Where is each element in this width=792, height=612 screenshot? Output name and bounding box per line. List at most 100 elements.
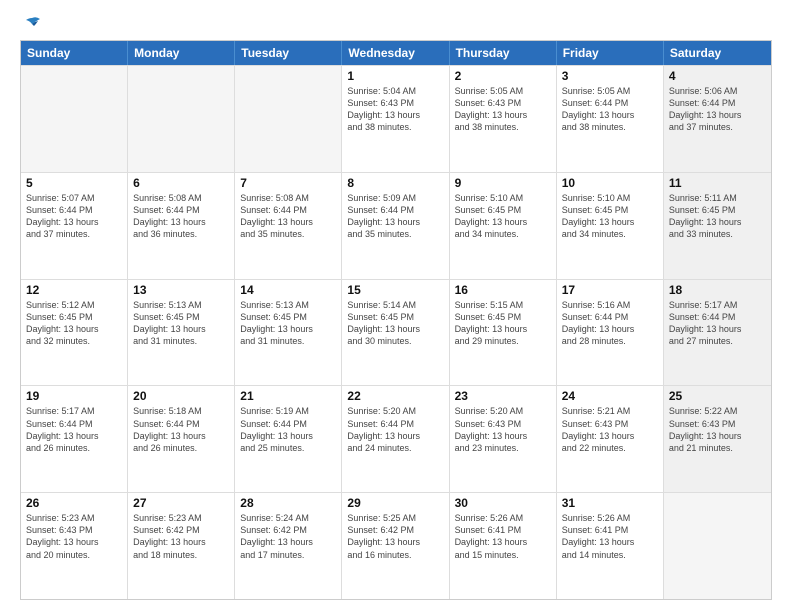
day-number: 14 xyxy=(240,283,336,297)
day-number: 5 xyxy=(26,176,122,190)
day-number: 12 xyxy=(26,283,122,297)
calendar-cell: 1 Sunrise: 5:04 AM Sunset: 6:43 PM Daylig… xyxy=(342,66,449,172)
cell-details: Sunrise: 5:05 AM Sunset: 6:44 PM Dayligh… xyxy=(562,85,658,134)
calendar-cell: 12 Sunrise: 5:12 AM Sunset: 6:45 PM Dayli… xyxy=(21,280,128,386)
calendar-cell: 2Sunrise: 5:05 AM Sunset: 6:43 PM Daylig… xyxy=(450,66,557,172)
calendar-row-3: 19 Sunrise: 5:17 AM Sunset: 6:44 PM Dayli… xyxy=(21,385,771,492)
cell-details: Sunrise: 5:22 AM Sunset: 6:43 PM Dayligh… xyxy=(669,405,766,454)
cell-details: Sunrise: 5:17 AM Sunset: 6:44 PM Dayligh… xyxy=(26,405,122,454)
calendar-row-1: 5 Sunrise: 5:07 AM Sunset: 6:44 PM Daylig… xyxy=(21,172,771,279)
weekday-header-sunday: Sunday xyxy=(21,41,128,65)
day-number: 10 xyxy=(562,176,658,190)
cell-details: Sunrise: 5:19 AM Sunset: 6:44 PM Dayligh… xyxy=(240,405,336,454)
calendar-row-0: 1 Sunrise: 5:04 AM Sunset: 6:43 PM Daylig… xyxy=(21,65,771,172)
header xyxy=(20,16,772,30)
day-number: 17 xyxy=(562,283,658,297)
cell-details: Sunrise: 5:07 AM Sunset: 6:44 PM Dayligh… xyxy=(26,192,122,241)
calendar-cell: 28 Sunrise: 5:24 AM Sunset: 6:42 PM Dayli… xyxy=(235,493,342,599)
calendar-cell: 29Sunrise: 5:25 AM Sunset: 6:42 PM Dayli… xyxy=(342,493,449,599)
page: SundayMondayTuesdayWednesdayThursdayFrid… xyxy=(0,0,792,612)
cell-details: Sunrise: 5:26 AM Sunset: 6:41 PM Dayligh… xyxy=(562,512,658,561)
day-number: 13 xyxy=(133,283,229,297)
calendar-cell: 6 Sunrise: 5:08 AM Sunset: 6:44 PM Daylig… xyxy=(128,173,235,279)
calendar: SundayMondayTuesdayWednesdayThursdayFrid… xyxy=(20,40,772,600)
calendar-cell: 18Sunrise: 5:17 AM Sunset: 6:44 PM Dayli… xyxy=(664,280,771,386)
weekday-header-monday: Monday xyxy=(128,41,235,65)
calendar-cell: 7 Sunrise: 5:08 AM Sunset: 6:44 PM Daylig… xyxy=(235,173,342,279)
day-number: 27 xyxy=(133,496,229,510)
day-number: 31 xyxy=(562,496,658,510)
calendar-cell: 20 Sunrise: 5:18 AM Sunset: 6:44 PM Dayli… xyxy=(128,386,235,492)
calendar-cell: 27Sunrise: 5:23 AM Sunset: 6:42 PM Dayli… xyxy=(128,493,235,599)
cell-details: Sunrise: 5:10 AM Sunset: 6:45 PM Dayligh… xyxy=(455,192,551,241)
cell-details: Sunrise: 5:11 AM Sunset: 6:45 PM Dayligh… xyxy=(669,192,766,241)
calendar-cell: 23 Sunrise: 5:20 AM Sunset: 6:43 PM Dayli… xyxy=(450,386,557,492)
cell-details: Sunrise: 5:24 AM Sunset: 6:42 PM Dayligh… xyxy=(240,512,336,561)
calendar-cell: 15Sunrise: 5:14 AM Sunset: 6:45 PM Dayli… xyxy=(342,280,449,386)
day-number: 1 xyxy=(347,69,443,83)
calendar-cell: 3 Sunrise: 5:05 AM Sunset: 6:44 PM Daylig… xyxy=(557,66,664,172)
logo-bird-icon xyxy=(22,16,42,30)
day-number: 8 xyxy=(347,176,443,190)
day-number: 7 xyxy=(240,176,336,190)
calendar-cell xyxy=(235,66,342,172)
calendar-cell: 21 Sunrise: 5:19 AM Sunset: 6:44 PM Dayli… xyxy=(235,386,342,492)
calendar-cell: 13Sunrise: 5:13 AM Sunset: 6:45 PM Dayli… xyxy=(128,280,235,386)
calendar-cell: 25Sunrise: 5:22 AM Sunset: 6:43 PM Dayli… xyxy=(664,386,771,492)
cell-details: Sunrise: 5:15 AM Sunset: 6:45 PM Dayligh… xyxy=(455,299,551,348)
calendar-row-2: 12 Sunrise: 5:12 AM Sunset: 6:45 PM Dayli… xyxy=(21,279,771,386)
weekday-header-tuesday: Tuesday xyxy=(235,41,342,65)
calendar-cell: 16 Sunrise: 5:15 AM Sunset: 6:45 PM Dayli… xyxy=(450,280,557,386)
calendar-cell: 4Sunrise: 5:06 AM Sunset: 6:44 PM Daylig… xyxy=(664,66,771,172)
day-number: 3 xyxy=(562,69,658,83)
cell-details: Sunrise: 5:20 AM Sunset: 6:43 PM Dayligh… xyxy=(455,405,551,454)
calendar-cell: 31 Sunrise: 5:26 AM Sunset: 6:41 PM Dayli… xyxy=(557,493,664,599)
day-number: 16 xyxy=(455,283,551,297)
day-number: 15 xyxy=(347,283,443,297)
calendar-cell xyxy=(128,66,235,172)
day-number: 24 xyxy=(562,389,658,403)
day-number: 11 xyxy=(669,176,766,190)
day-number: 4 xyxy=(669,69,766,83)
day-number: 22 xyxy=(347,389,443,403)
calendar-cell: 8Sunrise: 5:09 AM Sunset: 6:44 PM Daylig… xyxy=(342,173,449,279)
cell-details: Sunrise: 5:21 AM Sunset: 6:43 PM Dayligh… xyxy=(562,405,658,454)
calendar-cell: 11 Sunrise: 5:11 AM Sunset: 6:45 PM Dayli… xyxy=(664,173,771,279)
cell-details: Sunrise: 5:18 AM Sunset: 6:44 PM Dayligh… xyxy=(133,405,229,454)
calendar-cell: 5 Sunrise: 5:07 AM Sunset: 6:44 PM Daylig… xyxy=(21,173,128,279)
cell-details: Sunrise: 5:25 AM Sunset: 6:42 PM Dayligh… xyxy=(347,512,443,561)
calendar-cell: 14 Sunrise: 5:13 AM Sunset: 6:45 PM Dayli… xyxy=(235,280,342,386)
day-number: 28 xyxy=(240,496,336,510)
calendar-cell: 10 Sunrise: 5:10 AM Sunset: 6:45 PM Dayli… xyxy=(557,173,664,279)
calendar-cell xyxy=(21,66,128,172)
day-number: 23 xyxy=(455,389,551,403)
calendar-cell xyxy=(664,493,771,599)
day-number: 19 xyxy=(26,389,122,403)
day-number: 21 xyxy=(240,389,336,403)
cell-details: Sunrise: 5:16 AM Sunset: 6:44 PM Dayligh… xyxy=(562,299,658,348)
calendar-header: SundayMondayTuesdayWednesdayThursdayFrid… xyxy=(21,41,771,65)
cell-details: Sunrise: 5:13 AM Sunset: 6:45 PM Dayligh… xyxy=(240,299,336,348)
cell-details: Sunrise: 5:08 AM Sunset: 6:44 PM Dayligh… xyxy=(240,192,336,241)
weekday-header-friday: Friday xyxy=(557,41,664,65)
logo xyxy=(20,16,42,30)
day-number: 9 xyxy=(455,176,551,190)
calendar-cell: 26Sunrise: 5:23 AM Sunset: 6:43 PM Dayli… xyxy=(21,493,128,599)
weekday-header-saturday: Saturday xyxy=(664,41,771,65)
weekday-header-wednesday: Wednesday xyxy=(342,41,449,65)
cell-details: Sunrise: 5:12 AM Sunset: 6:45 PM Dayligh… xyxy=(26,299,122,348)
day-number: 18 xyxy=(669,283,766,297)
cell-details: Sunrise: 5:05 AM Sunset: 6:43 PM Dayligh… xyxy=(455,85,551,134)
day-number: 6 xyxy=(133,176,229,190)
calendar-cell: 22Sunrise: 5:20 AM Sunset: 6:44 PM Dayli… xyxy=(342,386,449,492)
cell-details: Sunrise: 5:04 AM Sunset: 6:43 PM Dayligh… xyxy=(347,85,443,134)
cell-details: Sunrise: 5:10 AM Sunset: 6:45 PM Dayligh… xyxy=(562,192,658,241)
day-number: 30 xyxy=(455,496,551,510)
cell-details: Sunrise: 5:23 AM Sunset: 6:43 PM Dayligh… xyxy=(26,512,122,561)
calendar-body: 1 Sunrise: 5:04 AM Sunset: 6:43 PM Daylig… xyxy=(21,65,771,599)
cell-details: Sunrise: 5:08 AM Sunset: 6:44 PM Dayligh… xyxy=(133,192,229,241)
calendar-cell: 30Sunrise: 5:26 AM Sunset: 6:41 PM Dayli… xyxy=(450,493,557,599)
weekday-header-thursday: Thursday xyxy=(450,41,557,65)
calendar-row-4: 26Sunrise: 5:23 AM Sunset: 6:43 PM Dayli… xyxy=(21,492,771,599)
day-number: 20 xyxy=(133,389,229,403)
